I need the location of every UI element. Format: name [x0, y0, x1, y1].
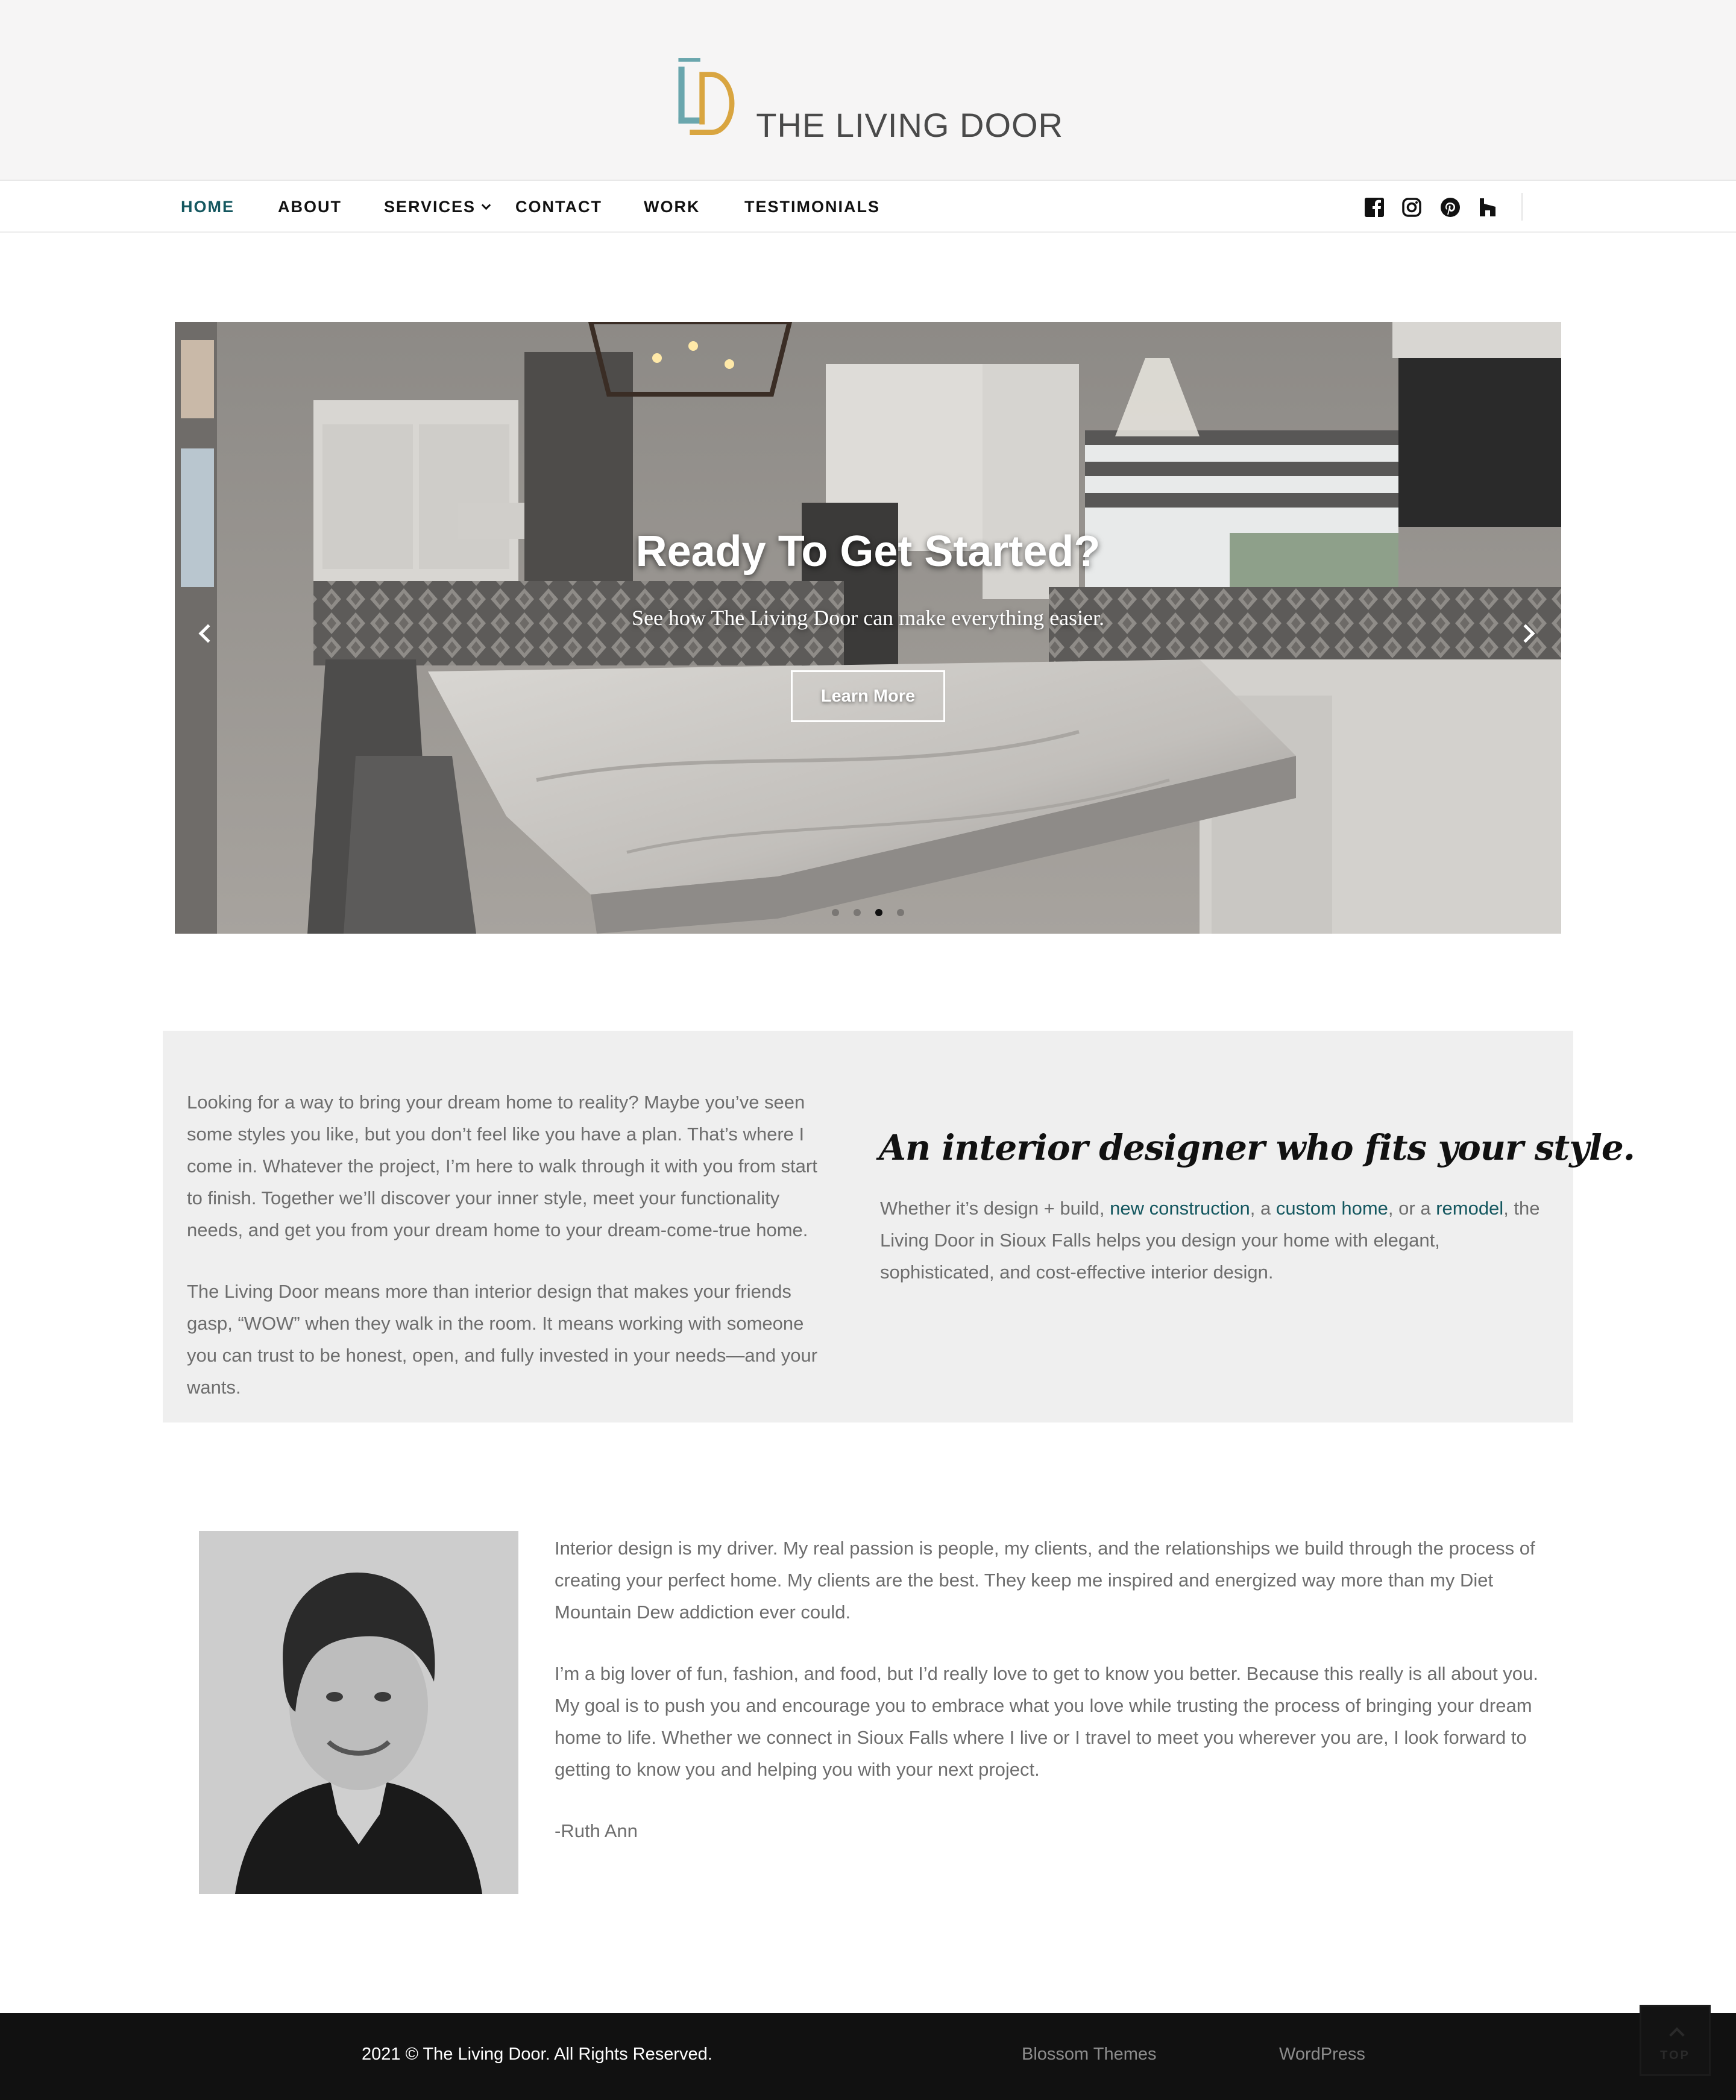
wordpress-link[interactable]: WordPress [1279, 2045, 1365, 2064]
intro-section: Looking for a way to bring your dream ho… [163, 1031, 1635, 1423]
hero-subtitle: See how The Living Door can make everyth… [631, 606, 1105, 630]
about-paragraph: I’m a big lover of fun, fashion, and foo… [555, 1663, 1538, 1780]
remodel-link[interactable]: remodel [1436, 1198, 1503, 1219]
portrait-photo [199, 1531, 518, 1894]
learn-more-button[interactable]: Learn More [791, 670, 945, 722]
nav-label: SERVICES [384, 198, 476, 216]
site-logo[interactable]: THE LIVING DOOR [678, 42, 1063, 151]
text-span: , a [1250, 1198, 1276, 1219]
chevron-up-icon [1669, 2027, 1685, 2043]
slider-dot[interactable] [854, 909, 861, 916]
nav-label: ABOUT [278, 198, 342, 216]
text-span: Whether it’s design + build, [880, 1198, 1110, 1219]
instagram-icon[interactable] [1401, 196, 1423, 218]
intro-left-column: Looking for a way to bring your dream ho… [187, 1086, 838, 1403]
copyright-text: 2021 © The Living Door. All Rights Reser… [362, 2045, 712, 2064]
logo-wordmark: THE LIVING DOOR [756, 106, 1063, 144]
custom-home-link[interactable]: custom home [1276, 1198, 1388, 1219]
intro-paragraph: The Living Door means more than interior… [187, 1281, 818, 1398]
slider-dots [832, 909, 904, 916]
new-construction-link[interactable]: new construction [1110, 1198, 1250, 1219]
top-label: TOP [1660, 2049, 1690, 2062]
nav-label: TESTIMONIALS [744, 198, 880, 216]
houzz-icon[interactable] [1477, 196, 1499, 218]
slider-next-arrow-icon[interactable] [1516, 616, 1543, 655]
nav-label: WORK [644, 198, 700, 216]
site-header: THE LIVING DOOR [0, 0, 1736, 181]
chevron-down-icon [481, 200, 491, 210]
hero-slider[interactable]: Ready To Get Started? See how The Living… [175, 322, 1561, 934]
main-navigation: HOME ABOUT SERVICES CONTACT WORK TESTIMO… [0, 181, 1736, 233]
nav-item-contact[interactable]: CONTACT [515, 198, 602, 216]
facebook-icon[interactable] [1363, 196, 1385, 218]
slider-dot[interactable] [832, 909, 839, 916]
pinterest-icon[interactable] [1439, 196, 1461, 218]
nav-item-work[interactable]: WORK [644, 198, 700, 216]
nav-item-services[interactable]: SERVICES [384, 198, 491, 216]
nav-item-testimonials[interactable]: TESTIMONIALS [744, 198, 880, 216]
about-paragraph: Interior design is my driver. My real pa… [555, 1538, 1535, 1623]
nav-divider [1521, 193, 1523, 221]
slider-prev-arrow-icon[interactable] [193, 616, 219, 655]
blossom-themes-link[interactable]: Blossom Themes [1022, 2045, 1157, 2064]
intro-heading: An interior designer who fits your style… [879, 1127, 1635, 1168]
nav-item-about[interactable]: ABOUT [278, 198, 342, 216]
about-text: Interior design is my driver. My real pa… [555, 1532, 1549, 1847]
back-to-top-button[interactable]: TOP [1640, 2005, 1711, 2076]
nav-label: HOME [181, 198, 234, 216]
slider-dot-active[interactable] [875, 909, 882, 916]
nav-item-home[interactable]: HOME [181, 198, 234, 216]
intro-right-paragraph: Whether it’s design + build, new constru… [880, 1192, 1549, 1288]
slider-dot[interactable] [897, 909, 904, 916]
text-span: , or a [1388, 1198, 1436, 1219]
intro-paragraph: Looking for a way to bring your dream ho… [187, 1092, 817, 1240]
nav-label: CONTACT [515, 198, 602, 216]
hero-title: Ready To Get Started? [635, 527, 1101, 576]
logo-mark-icon [678, 58, 735, 135]
about-signature: -Ruth Ann [555, 1820, 638, 1841]
site-footer: 2021 © The Living Door. All Rights Reser… [0, 2013, 1736, 2100]
